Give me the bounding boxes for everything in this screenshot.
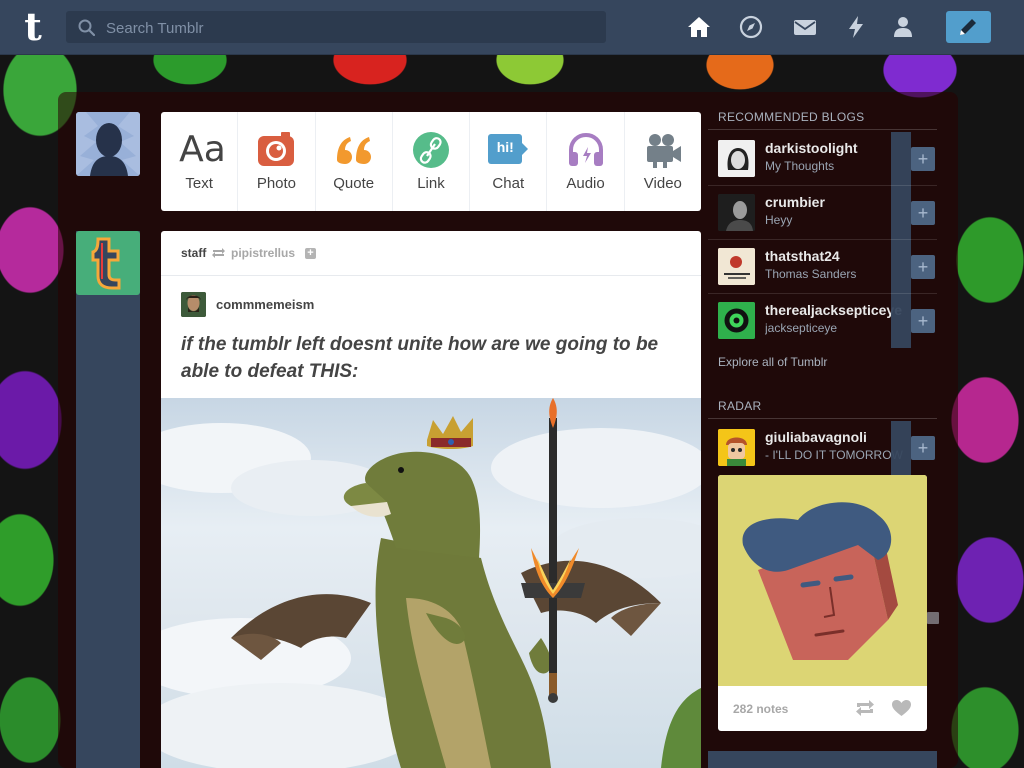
blog-name[interactable]: giuliabavagnoli xyxy=(765,429,905,445)
post-type-label: Audio xyxy=(566,175,605,192)
radar-post-image[interactable] xyxy=(718,475,927,686)
radar-post-card[interactable]: 282 notes xyxy=(718,475,927,731)
photo-camera-icon xyxy=(258,132,295,166)
reblog-icon[interactable] xyxy=(854,699,876,717)
search-box[interactable] xyxy=(66,11,606,45)
recommended-blog-item[interactable]: thatsthat24 Thomas Sanders + xyxy=(708,240,937,294)
staff-avatar[interactable] xyxy=(76,231,140,295)
staff-avatar-rail xyxy=(76,231,140,768)
post-type-audio-button[interactable]: Audio xyxy=(547,112,625,211)
follow-plus-icon[interactable]: + xyxy=(305,248,316,259)
original-poster-name[interactable]: commmemeism xyxy=(216,297,314,312)
blog-title: Heyy xyxy=(765,213,793,227)
post-image-dinosaur[interactable] xyxy=(161,398,701,768)
portrait-avatar-image xyxy=(181,292,206,317)
recommended-blogs-title: RECOMMENDED BLOGS xyxy=(718,110,865,124)
follow-blog-button[interactable]: + xyxy=(911,436,935,460)
name-fade-overlay xyxy=(891,421,911,475)
follow-blog-button[interactable]: + xyxy=(911,147,935,171)
face-illustration-image xyxy=(718,475,927,686)
audio-headphones-icon xyxy=(568,132,603,166)
pencil-icon xyxy=(960,19,976,35)
compose-post-button[interactable] xyxy=(946,11,991,43)
blog-avatar[interactable] xyxy=(718,140,755,177)
reblog-source-link[interactable]: pipistrellus xyxy=(231,246,295,260)
text-icon: Aa xyxy=(179,129,226,170)
name-fade-overlay xyxy=(891,294,911,348)
blog-name[interactable]: crumbier xyxy=(765,194,905,210)
blog-title: Thomas Sanders xyxy=(765,267,857,281)
post-type-label: Quote xyxy=(333,175,375,192)
sidebar-bottom-strip xyxy=(708,751,937,768)
post-type-chat-button[interactable]: hi! Chat xyxy=(470,112,548,211)
inbox-mail-icon[interactable] xyxy=(792,14,818,40)
search-input[interactable] xyxy=(104,11,598,45)
name-fade-overlay xyxy=(891,132,911,186)
radar-notes-count[interactable]: 282 notes xyxy=(733,702,788,716)
section-divider xyxy=(708,129,937,130)
blog-name[interactable]: darkistoolight xyxy=(765,140,905,156)
account-person-icon[interactable] xyxy=(890,14,916,40)
sketch-portrait-image xyxy=(718,140,755,177)
dinosaur-artwork-image xyxy=(161,398,701,768)
follow-blog-button[interactable]: + xyxy=(911,201,935,225)
blog-name[interactable]: thatsthat24 xyxy=(765,248,905,264)
explore-compass-icon[interactable] xyxy=(738,14,764,40)
post-header: staff pipistrellus + xyxy=(161,231,701,276)
section-divider xyxy=(708,418,937,419)
quote-icon xyxy=(336,137,371,164)
recommended-blog-item[interactable]: darkistoolight My Thoughts + xyxy=(708,132,937,186)
post-body-text: if the tumblr left doesnt unite how are … xyxy=(181,334,659,382)
silhouette-avatar-image xyxy=(76,112,140,176)
blog-avatar[interactable] xyxy=(718,302,755,339)
drawing-avatar-image xyxy=(718,248,755,285)
dashboard-post: staff pipistrellus + commmemeism if the … xyxy=(161,231,701,768)
post-type-label: Video xyxy=(643,175,682,192)
recommended-blog-item[interactable]: therealjacksepticeye jacksepticeye + xyxy=(708,294,937,348)
radar-blog-item[interactable]: giuliabavagnoli - I'LL DO IT TOMORROW + xyxy=(708,421,937,475)
search-icon xyxy=(78,19,95,36)
name-fade-overlay xyxy=(891,186,911,240)
post-author-link[interactable]: staff xyxy=(181,246,206,260)
like-heart-icon[interactable] xyxy=(891,699,912,717)
post-type-video-button[interactable]: Video xyxy=(625,112,701,211)
blog-name[interactable]: therealjacksepticeye xyxy=(765,302,905,318)
post-type-label: Chat xyxy=(492,175,525,192)
bw-portrait-image xyxy=(718,194,755,231)
blog-title: jacksepticeye xyxy=(765,321,838,335)
post-type-label: Link xyxy=(417,175,445,192)
blog-avatar[interactable] xyxy=(718,194,755,231)
post-type-text-button[interactable]: Aa Text xyxy=(161,112,239,211)
post-type-photo-button[interactable]: Photo xyxy=(238,112,316,211)
reblog-small-icon xyxy=(212,248,225,258)
illustrated-avatar-image xyxy=(718,429,755,466)
original-poster-avatar[interactable] xyxy=(181,292,206,317)
radar-title: RADAR xyxy=(718,399,762,413)
post-type-label: Text xyxy=(185,175,213,192)
video-camera-icon xyxy=(646,134,681,168)
home-icon[interactable] xyxy=(686,14,712,40)
post-type-bar: Aa Text Photo Quote Link hi! Chat Audio … xyxy=(161,112,701,211)
post-type-quote-button[interactable]: Quote xyxy=(316,112,393,211)
follow-blog-button[interactable]: + xyxy=(911,309,935,333)
keyboard-shortcut-icon[interactable] xyxy=(927,612,939,624)
blog-title: My Thoughts xyxy=(765,159,835,173)
link-icon xyxy=(412,132,449,168)
tumblr-t-logo-icon xyxy=(91,237,121,290)
blog-avatar[interactable] xyxy=(718,248,755,285)
top-navigation-bar: t xyxy=(0,0,1024,55)
activity-lightning-icon[interactable] xyxy=(843,14,869,40)
chat-icon: hi! xyxy=(488,130,529,170)
blog-title: - I'LL DO IT TOMORROW xyxy=(765,448,903,462)
blog-avatar[interactable] xyxy=(718,429,755,466)
user-avatar[interactable] xyxy=(76,112,140,176)
septic-eye-avatar-image xyxy=(718,302,755,339)
explore-all-link[interactable]: Explore all of Tumblr xyxy=(718,355,827,369)
name-fade-overlay xyxy=(891,240,911,294)
post-type-link-button[interactable]: Link xyxy=(393,112,471,211)
tumblr-logo[interactable]: t xyxy=(18,8,48,46)
recommended-blog-item[interactable]: crumbier Heyy + xyxy=(708,186,937,240)
post-type-label: Photo xyxy=(256,175,297,192)
follow-blog-button[interactable]: + xyxy=(911,255,935,279)
